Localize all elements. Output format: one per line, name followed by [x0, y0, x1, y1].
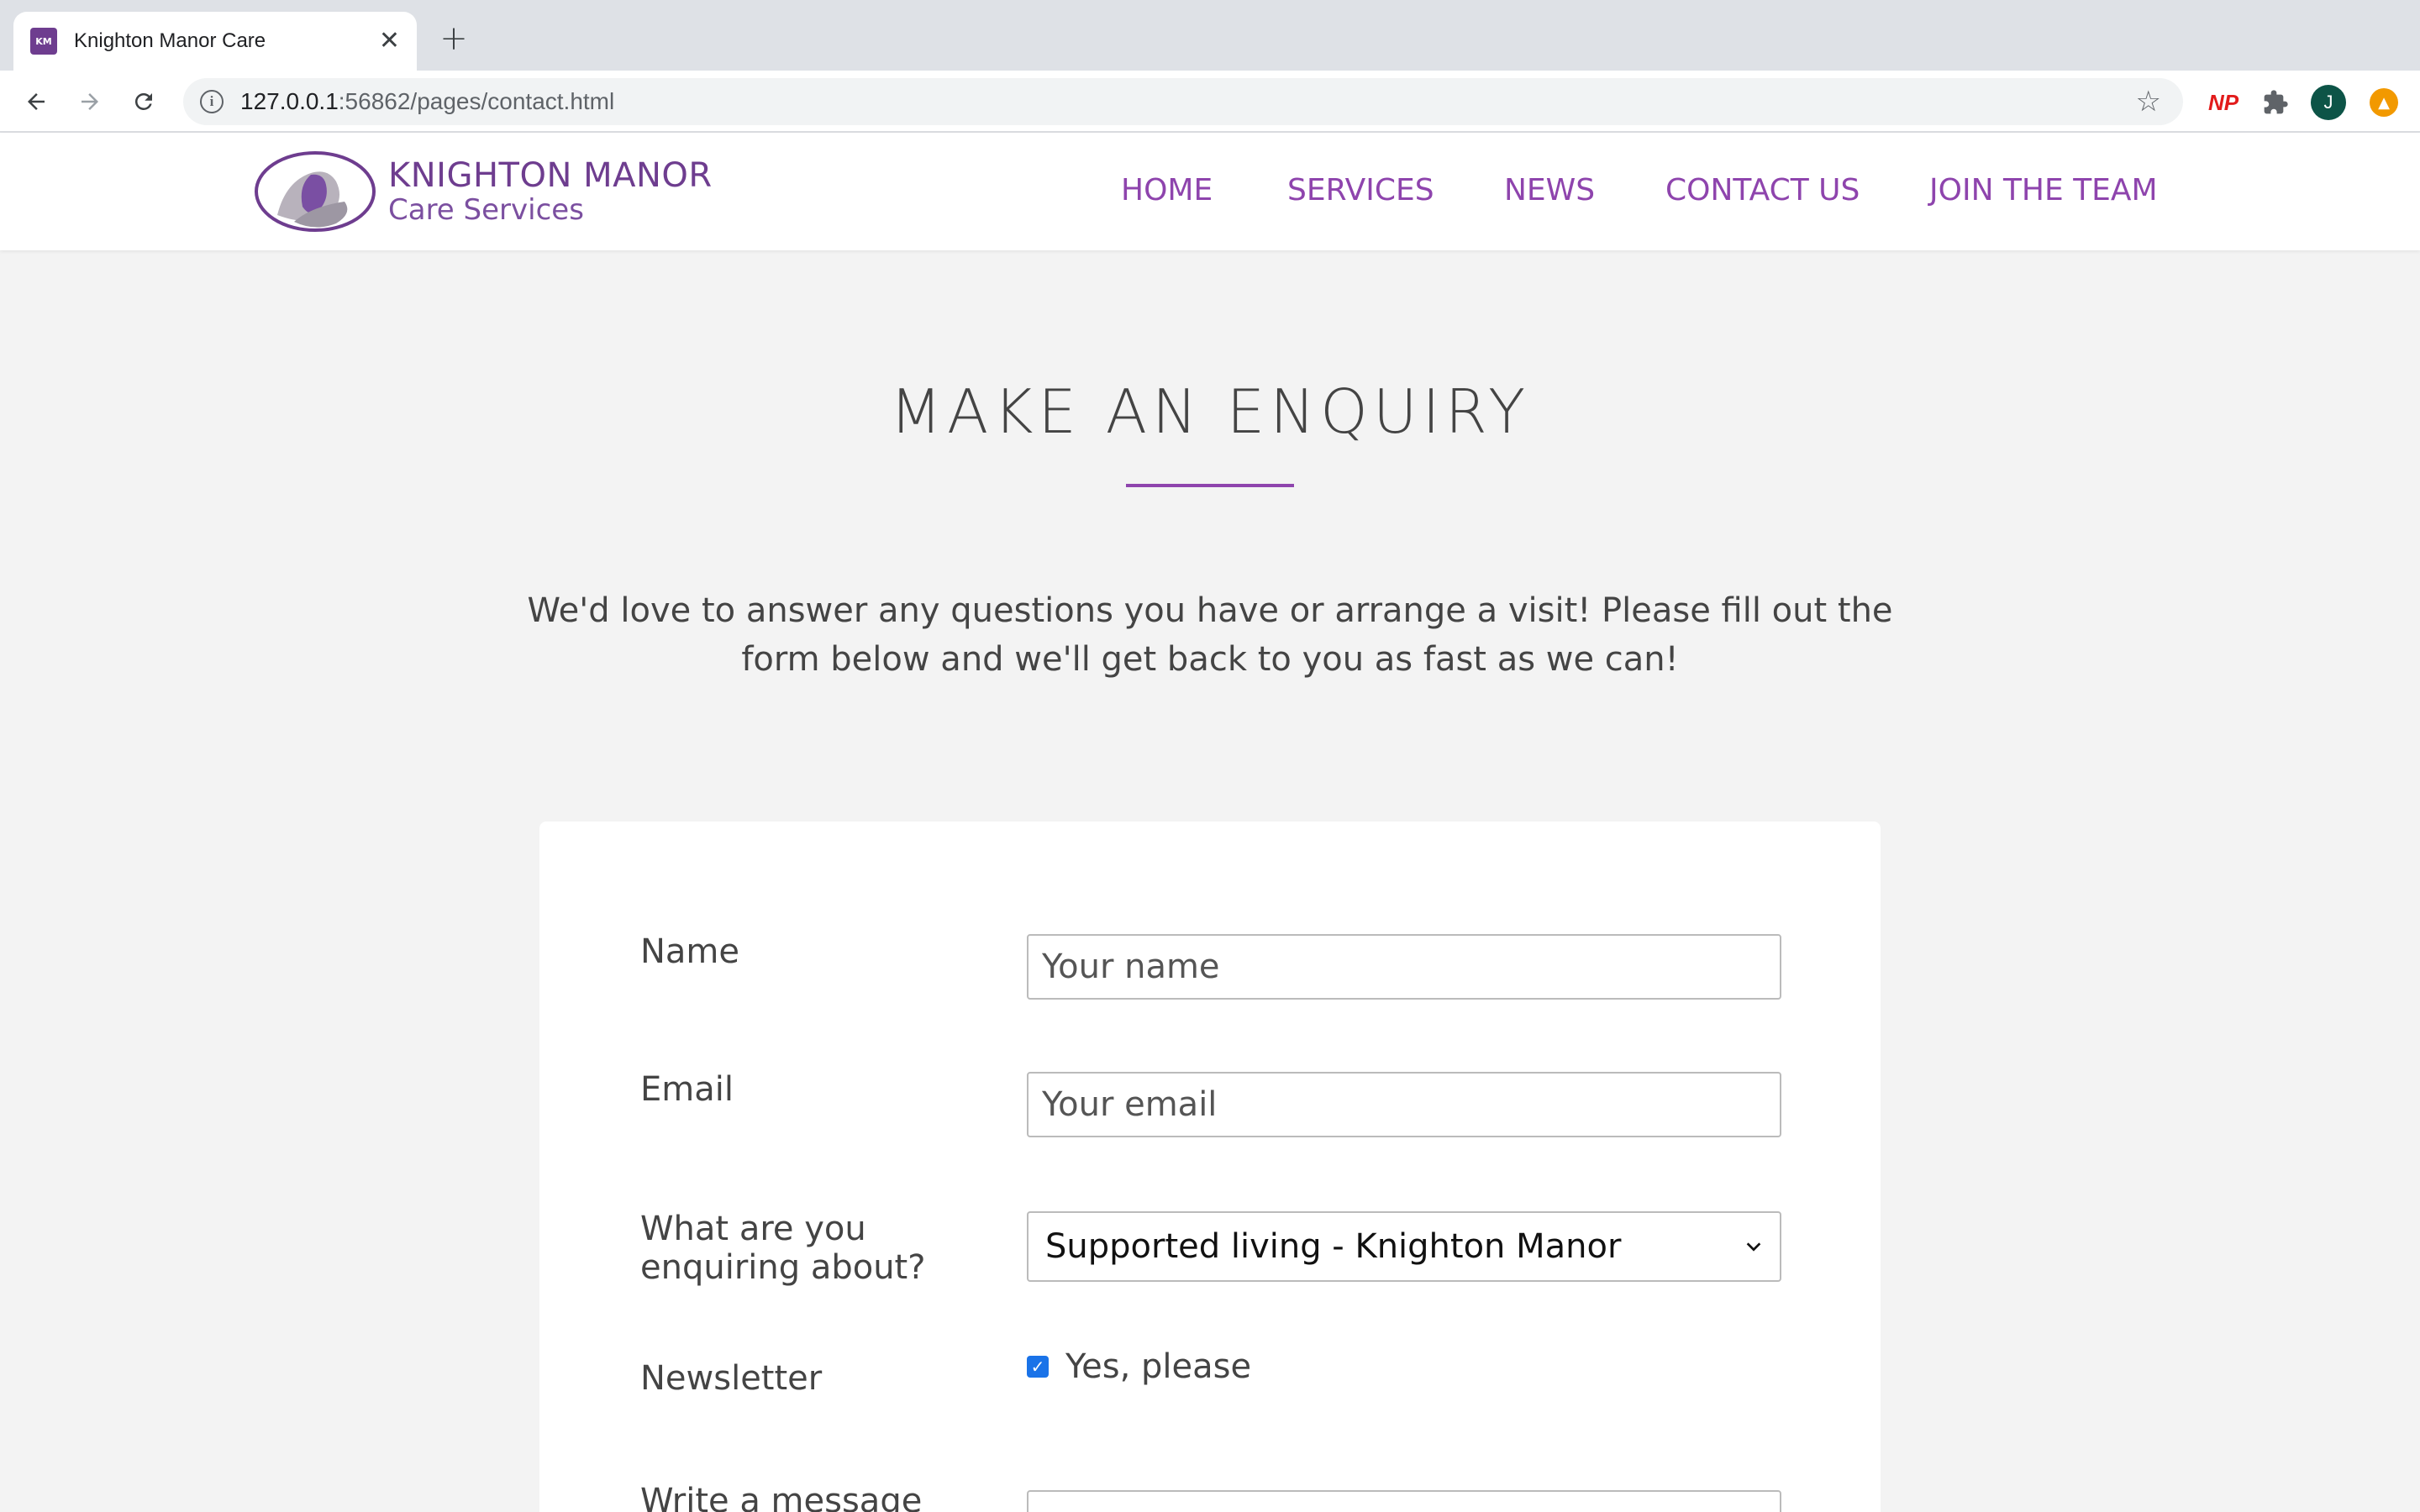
- nav-link-join-the-team[interactable]: JOIN THE TEAM: [1929, 173, 2158, 207]
- reload-button[interactable]: [124, 82, 163, 121]
- site-info-icon[interactable]: i: [200, 90, 224, 113]
- tab-title: Knighton Manor Care: [74, 29, 266, 52]
- new-tab-button[interactable]: +: [435, 20, 472, 57]
- back-arrow-icon: [28, 93, 45, 110]
- name-input[interactable]: [1027, 934, 1781, 1000]
- page-title: MAKE AN ENQUIRY: [889, 376, 1531, 447]
- update-icon[interactable]: ▲: [2370, 88, 2398, 117]
- nav-link-contact-us[interactable]: CONTACT US: [1665, 173, 1860, 207]
- browser-tabstrip: KM Knighton Manor Care ✕ +: [0, 0, 2420, 71]
- reload-icon: [134, 92, 152, 110]
- address-bar[interactable]: i 127.0.0.1:56862/pages/contact.html ☆: [183, 78, 2183, 125]
- newsletter-option-label[interactable]: Yes, please: [1065, 1347, 1251, 1386]
- forward-button[interactable]: [71, 82, 109, 121]
- enquiry-type-select[interactable]: Supported living - Knighton Manor: [1027, 1211, 1781, 1282]
- bookmark-star-icon[interactable]: ☆: [2136, 85, 2161, 118]
- profile-avatar[interactable]: J: [2311, 85, 2346, 120]
- nav-link-services[interactable]: SERVICES: [1287, 173, 1434, 207]
- browser-toolbar: i 127.0.0.1:56862/pages/contact.html ☆ N…: [0, 71, 2420, 133]
- intro-text: We'd love to answer any questions you ha…: [527, 591, 1893, 679]
- email-input[interactable]: [1027, 1072, 1781, 1137]
- extensions-puzzle-icon[interactable]: [2259, 86, 2292, 119]
- enquiry-type-label-line2: enquiring about?: [640, 1248, 926, 1287]
- np-extension-icon[interactable]: NP: [2207, 86, 2240, 119]
- url-path: :56862/pages/contact.html: [338, 88, 615, 114]
- newsletter-checkbox[interactable]: ✓: [1027, 1356, 1049, 1378]
- message-label: Write a message: [640, 1482, 923, 1512]
- chevron-down-icon: [1746, 1242, 1761, 1252]
- forward-arrow-icon: [82, 93, 98, 110]
- email-label: Email: [640, 1070, 734, 1109]
- browser-tab[interactable]: KM Knighton Manor Care ✕: [13, 12, 417, 71]
- url-host: 127.0.0.1: [240, 88, 339, 114]
- nav-link-news[interactable]: NEWS: [1504, 173, 1595, 207]
- newsletter-label: Newsletter: [640, 1359, 823, 1398]
- enquiry-form: Name Email What are you enquiring about?…: [539, 822, 1881, 1512]
- enquiry-type-label-line1: What are you: [640, 1210, 866, 1248]
- name-label: Name: [640, 932, 740, 971]
- puzzle-icon: [2264, 90, 2288, 114]
- main-navigation: HOME SERVICES NEWS CONTACT US JOIN THE T…: [0, 173, 2420, 215]
- close-tab-icon[interactable]: ✕: [379, 29, 400, 54]
- site-favicon-icon: KM: [30, 28, 57, 55]
- nav-link-home[interactable]: HOME: [1121, 173, 1213, 207]
- site-header: KNIGHTON MANOR Care Services HOME SERVIC…: [0, 133, 2420, 250]
- url-text[interactable]: 127.0.0.1:56862/pages/contact.html: [240, 88, 2136, 115]
- heading-divider: [1126, 484, 1294, 487]
- enquiry-type-selected-value: Supported living - Knighton Manor: [1045, 1227, 1622, 1266]
- message-textarea[interactable]: [1027, 1490, 1781, 1512]
- back-button[interactable]: [17, 82, 55, 121]
- newsletter-option: ✓ Yes, please: [1027, 1347, 1251, 1386]
- enquiry-type-label: What are you enquiring about?: [640, 1210, 925, 1287]
